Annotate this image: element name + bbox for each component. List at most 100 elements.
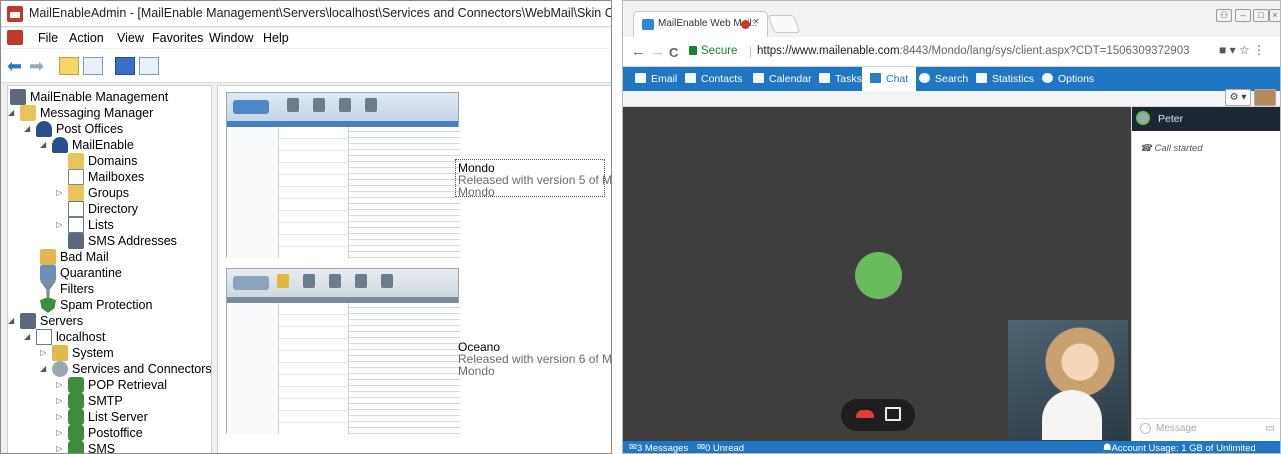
menu-help[interactable]: Help	[263, 31, 289, 45]
message-input[interactable]: Message ▭	[1136, 418, 1279, 438]
filter-icon	[40, 281, 56, 297]
url-text: https://www.mailenable.com:8443/Mondo/la…	[757, 45, 1189, 57]
collapse-icon[interactable]: ◢	[24, 121, 34, 137]
thumbnail-toolbar-icon	[355, 274, 367, 288]
expand-icon[interactable]: ▷	[40, 345, 50, 361]
emoji-icon[interactable]	[1140, 423, 1151, 434]
group-icon	[68, 185, 84, 201]
help-icon[interactable]	[115, 57, 135, 75]
profile-icon[interactable]: ⚇	[1216, 9, 1232, 22]
chat-peer-header[interactable]: Peter	[1132, 107, 1280, 131]
menu-action[interactable]: Action	[69, 31, 104, 45]
servers-icon	[20, 313, 36, 329]
server-icon	[10, 89, 26, 105]
webmail-nav-bar: Email Contacts Calendar Tasks Chat Searc…	[623, 67, 1280, 91]
tab-close-icon[interactable]: ×	[753, 16, 759, 28]
fullscreen-icon[interactable]	[885, 407, 901, 421]
mail-favicon-icon	[642, 19, 654, 30]
search-icon	[919, 73, 930, 83]
collapse-icon[interactable]: ◢	[8, 105, 18, 121]
gear-icon	[1042, 73, 1053, 83]
extension-icons[interactable]: ■ ▾ ☆ ⋮	[1219, 43, 1279, 61]
browser-tab[interactable]: MailEnable Web Mail:: ×	[633, 11, 768, 37]
expand-icon[interactable]: ▷	[56, 377, 66, 393]
menu-window[interactable]: Window	[209, 31, 253, 45]
expand-icon[interactable]: ▷	[56, 185, 66, 201]
mailenable-app-icon	[7, 6, 23, 22]
up-folder-icon[interactable]	[59, 57, 79, 75]
collapse-icon[interactable]: ◢	[40, 137, 50, 153]
maximize-icon[interactable]: □	[1253, 9, 1269, 22]
thumbnail-toolbar-icon	[365, 98, 377, 112]
nav-tasks[interactable]: Tasks	[819, 67, 862, 91]
nav-options[interactable]: Options	[1042, 67, 1094, 91]
thumbnail-toolbar-icon	[329, 274, 341, 288]
connector-icon	[68, 377, 84, 393]
chrome-window: MailEnable Web Mail:: × ⚇ – □ × ← → C Se…	[622, 0, 1281, 454]
thumbnail-folder-list	[227, 303, 279, 434]
show-tree-icon[interactable]	[83, 57, 103, 75]
skin-thumbnail-oceano[interactable]	[226, 268, 460, 434]
lock-icon	[689, 46, 697, 55]
chat-event-call-started: ☎ Call started	[1140, 143, 1203, 154]
list-icon	[68, 217, 84, 233]
thumbnail-header	[227, 93, 458, 121]
nav-chat[interactable]: Chat	[862, 67, 917, 91]
forward-icon[interactable]: →	[650, 43, 665, 60]
user-avatar-dropdown[interactable]	[1254, 89, 1276, 106]
nav-calendar[interactable]: Calendar	[753, 67, 812, 91]
remote-participant-placeholder	[855, 252, 902, 299]
thumbnail-toolbar-icon	[303, 274, 315, 288]
bad-mail-icon	[40, 249, 56, 265]
omnibox[interactable]: Secure | https://www.mailenable.com:8443…	[685, 43, 1237, 63]
menu-view[interactable]: View	[117, 31, 144, 45]
nav-search[interactable]: Search	[919, 67, 968, 91]
mmc-toolbar: ⬅ ➡	[1, 49, 611, 83]
mmc-window: MailEnableAdmin - [MailEnable Management…	[0, 0, 612, 454]
nav-email[interactable]: Email	[635, 67, 677, 91]
thumbnail-toolbar-icon	[313, 98, 325, 112]
thumbnail-preview	[349, 127, 460, 258]
collapse-icon[interactable]: ◢	[24, 329, 34, 345]
thumbnail-header	[227, 269, 458, 297]
minimize-icon[interactable]: –	[1235, 9, 1251, 22]
new-tab-button[interactable]	[767, 15, 801, 33]
skin-sub-mondo: Mondo	[458, 185, 495, 199]
close-window-icon[interactable]: ×	[1269, 9, 1280, 22]
expand-icon[interactable]: ▷	[56, 393, 66, 409]
back-icon[interactable]: ←	[631, 43, 646, 60]
thumbnail-toolbar-icon	[339, 98, 351, 112]
messages-count: ✉ 3 Messages	[629, 442, 689, 454]
hangup-phone-icon[interactable]	[854, 408, 876, 421]
nav-contacts[interactable]: Contacts	[685, 67, 742, 91]
thumbnail-toolbar-icon	[287, 98, 299, 112]
collapse-icon[interactable]: ◢	[40, 361, 50, 377]
menu-file[interactable]: File	[38, 31, 58, 45]
building-icon	[52, 137, 68, 153]
directory-icon	[68, 201, 84, 217]
domain-icon	[68, 153, 84, 169]
forward-arrow-icon[interactable]: ➡	[29, 57, 49, 75]
contacts-icon	[685, 73, 696, 83]
action-pane-icon[interactable]	[139, 57, 159, 75]
attach-icon[interactable]: ▭	[1266, 423, 1275, 434]
thumbnail-toolbar-icon	[381, 274, 393, 288]
mmc-system-menu-icon[interactable]	[7, 30, 23, 45]
expand-icon[interactable]: ▷	[56, 441, 66, 453]
expand-icon[interactable]: ▷	[56, 425, 66, 441]
menu-favorites[interactable]: Favorites	[152, 31, 203, 45]
expand-icon[interactable]: ▷	[56, 217, 66, 233]
settings-dropdown-button[interactable]: ⚙ ▾	[1225, 89, 1251, 106]
expand-icon[interactable]: ▷	[56, 409, 66, 425]
skin-thumbnail-mondo[interactable]	[226, 92, 460, 258]
collapse-icon[interactable]: ◢	[8, 313, 18, 329]
building-icon	[36, 121, 52, 137]
back-arrow-icon[interactable]: ⬅	[7, 57, 27, 75]
thumbnail-message-list	[279, 127, 349, 258]
call-controls	[841, 399, 915, 431]
reload-icon[interactable]: C	[669, 45, 678, 60]
email-icon	[635, 73, 646, 83]
nav-statistics[interactable]: Statistics	[976, 67, 1034, 91]
calendar-icon	[753, 73, 764, 83]
system-icon	[52, 345, 68, 361]
